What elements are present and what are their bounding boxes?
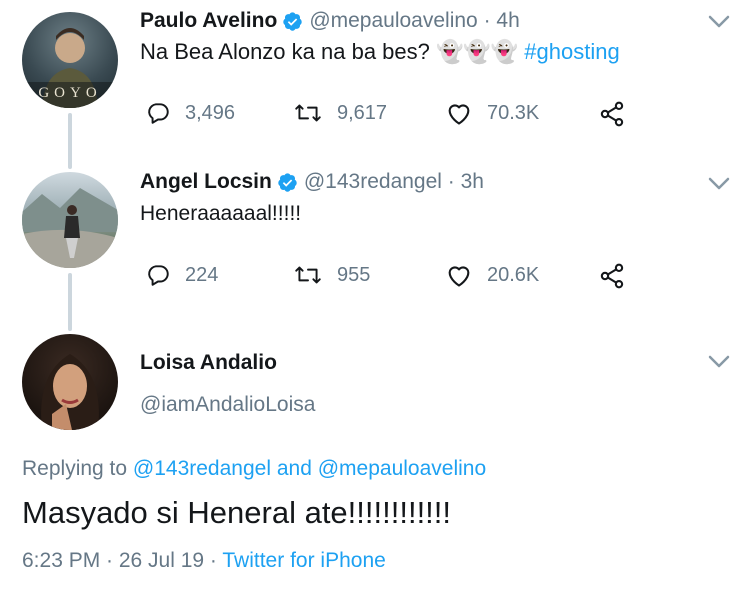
avatar-caption: GOYO <box>38 85 102 101</box>
reply-icon <box>148 265 169 286</box>
tweet-body: Na Bea Alonzo ka na ba bes? 👻👻👻 <box>140 39 525 64</box>
share-icon[interactable] <box>598 100 626 128</box>
retweet-count: 9,617 <box>337 101 388 124</box>
tweet-1-header: Paulo Avelino @mepauloavelino · 4h <box>140 7 520 35</box>
replying-to-line: Replying to @143redangel and @mepauloave… <box>22 457 486 481</box>
retweet-button[interactable]: 9,617 <box>293 100 387 126</box>
tweet-2-header: Angel Locsin @143redangel · 3h <box>140 168 484 196</box>
avatar-angel-locsin[interactable] <box>22 172 118 268</box>
reply-button[interactable]: 3,496 <box>145 100 235 126</box>
retweet-button[interactable]: 955 <box>293 262 370 288</box>
display-name[interactable]: Loisa Andalio <box>140 351 277 375</box>
verified-badge-icon <box>278 172 297 192</box>
retweet-icon <box>295 266 321 284</box>
retweet-icon <box>295 104 321 122</box>
chevron-down-icon[interactable] <box>708 15 730 29</box>
reply-icon <box>148 103 169 124</box>
thread-connector-1 <box>68 113 72 169</box>
like-button[interactable]: 20.6K <box>445 262 539 288</box>
chevron-down-icon[interactable] <box>708 177 730 191</box>
handle[interactable]: @iamAndalioLoisa <box>140 393 315 417</box>
avatar-image <box>41 354 99 430</box>
verified-badge-icon <box>283 11 302 31</box>
heart-icon <box>448 104 470 125</box>
source-link[interactable]: Twitter for iPhone <box>222 549 385 572</box>
reply-count: 3,496 <box>185 101 236 124</box>
replying-prefix: Replying to <box>22 457 133 480</box>
reply-count: 224 <box>185 263 219 286</box>
avatar-image <box>22 188 118 268</box>
thread-connector-2 <box>68 273 72 331</box>
like-button[interactable]: 70.3K <box>445 100 539 126</box>
avatar-loisa-andalio[interactable] <box>22 334 118 430</box>
handle-and-time[interactable]: @143redangel · 3h <box>304 170 484 194</box>
replying-and: and <box>271 457 318 480</box>
like-count: 20.6K <box>487 263 540 286</box>
chevron-down-icon[interactable] <box>708 355 730 369</box>
like-count: 70.3K <box>487 101 540 124</box>
share-icon[interactable] <box>598 262 626 290</box>
tweet-metadata: 6:23 PM · 26 Jul 19 · Twitter for iPhone <box>22 549 386 573</box>
focus-tweet-text: Masyado si Heneral ate!!!!!!!!!!!! <box>22 495 452 530</box>
avatar-paulo-avelino[interactable]: GOYO <box>22 12 118 108</box>
tweet-1-text: Na Bea Alonzo ka na ba bes? 👻👻👻 #ghostin… <box>140 39 620 65</box>
heart-icon <box>448 266 470 287</box>
mention-link[interactable]: @mepauloavelino <box>318 457 486 480</box>
display-name[interactable]: Paulo Avelino <box>140 9 277 33</box>
reply-button[interactable]: 224 <box>145 262 218 288</box>
mention-link[interactable]: @143redangel <box>133 457 271 480</box>
handle-and-time[interactable]: @mepauloavelino · 4h <box>309 9 519 33</box>
retweet-count: 955 <box>337 263 371 286</box>
display-name[interactable]: Angel Locsin <box>140 170 272 194</box>
tweet-2-text: Heneraaaaaal!!!!! <box>140 202 302 225</box>
timestamp[interactable]: 6:23 PM · 26 Jul 19 · <box>22 549 222 572</box>
hashtag-link[interactable]: #ghosting <box>524 39 619 64</box>
